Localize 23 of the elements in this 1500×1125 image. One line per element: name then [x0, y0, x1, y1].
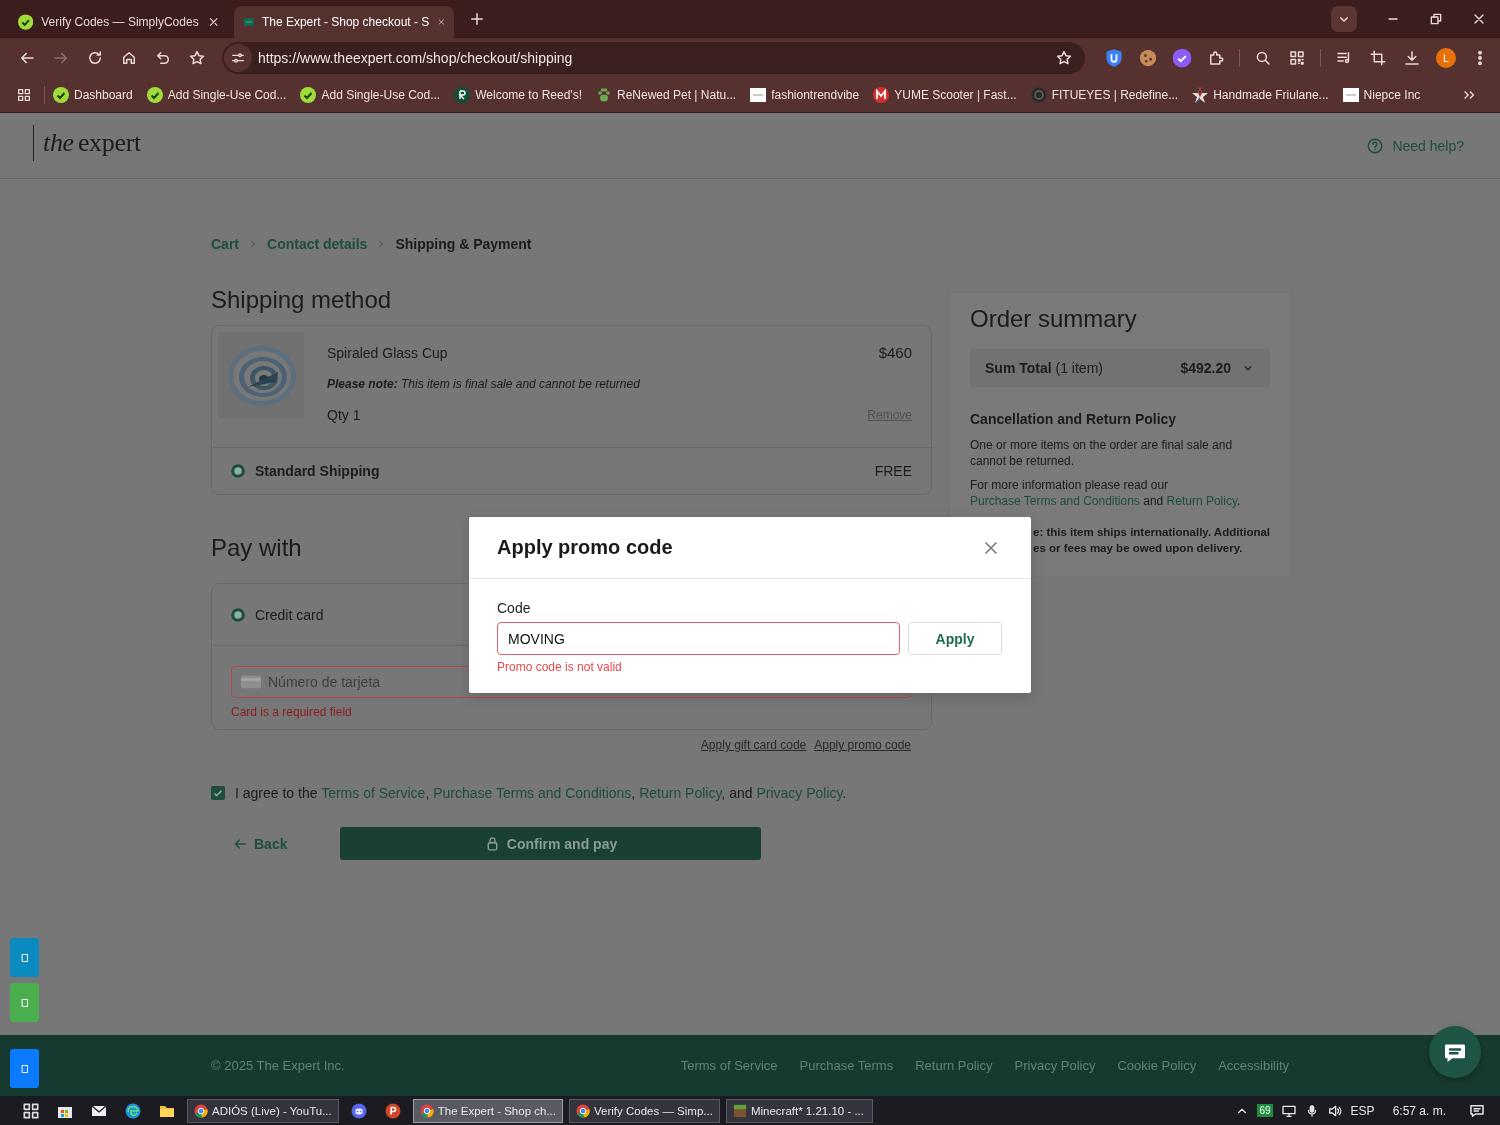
product-name: Spiraled Glass Cup — [327, 344, 448, 363]
section-title: Pay with — [211, 533, 302, 563]
agreement-text: I agree to the Terms of Service, Purchase Terms and Conditions, Return Policy, and Privacy Policy. — [235, 784, 847, 802]
policy-text: One or more items on the order are final sale and cannot be returned. — [970, 437, 1234, 469]
shipping-option-label: Standard Shipping — [255, 463, 381, 479]
shipping-price: FREE — [874, 463, 912, 479]
shipping-notice: es or fees may be owed upon delivery. — [1033, 541, 1243, 556]
error-message: Card is a required field — [231, 704, 353, 720]
quantity: Qty 1 — [327, 406, 361, 425]
shipping-notice: e: this item ships internationally. Additional — [1033, 525, 1271, 540]
payment-method-label: Credit card — [255, 606, 324, 623]
field-label: Code — [497, 600, 532, 616]
total-label: Sum Total (1 item) — [985, 360, 1104, 376]
policy-title: Cancellation and Return Policy — [970, 410, 1178, 429]
product-price: $460 — [878, 343, 912, 363]
policy-text: For more information please read our Purchase Terms and Conditions and Return Policy. — [970, 477, 1242, 509]
section-title: Shipping method — [211, 285, 392, 315]
error-message: Promo code is not valid — [497, 660, 623, 674]
dialog-title: Apply promo code — [497, 536, 673, 559]
copyright: © 2025 The Expert Inc. — [211, 1058, 345, 1073]
panel-title: Order summary — [970, 307, 1138, 331]
final-sale-note: Please note: This item is final sale and cannot be returned — [327, 376, 641, 393]
total-amount: $492.20 — [1180, 360, 1231, 376]
